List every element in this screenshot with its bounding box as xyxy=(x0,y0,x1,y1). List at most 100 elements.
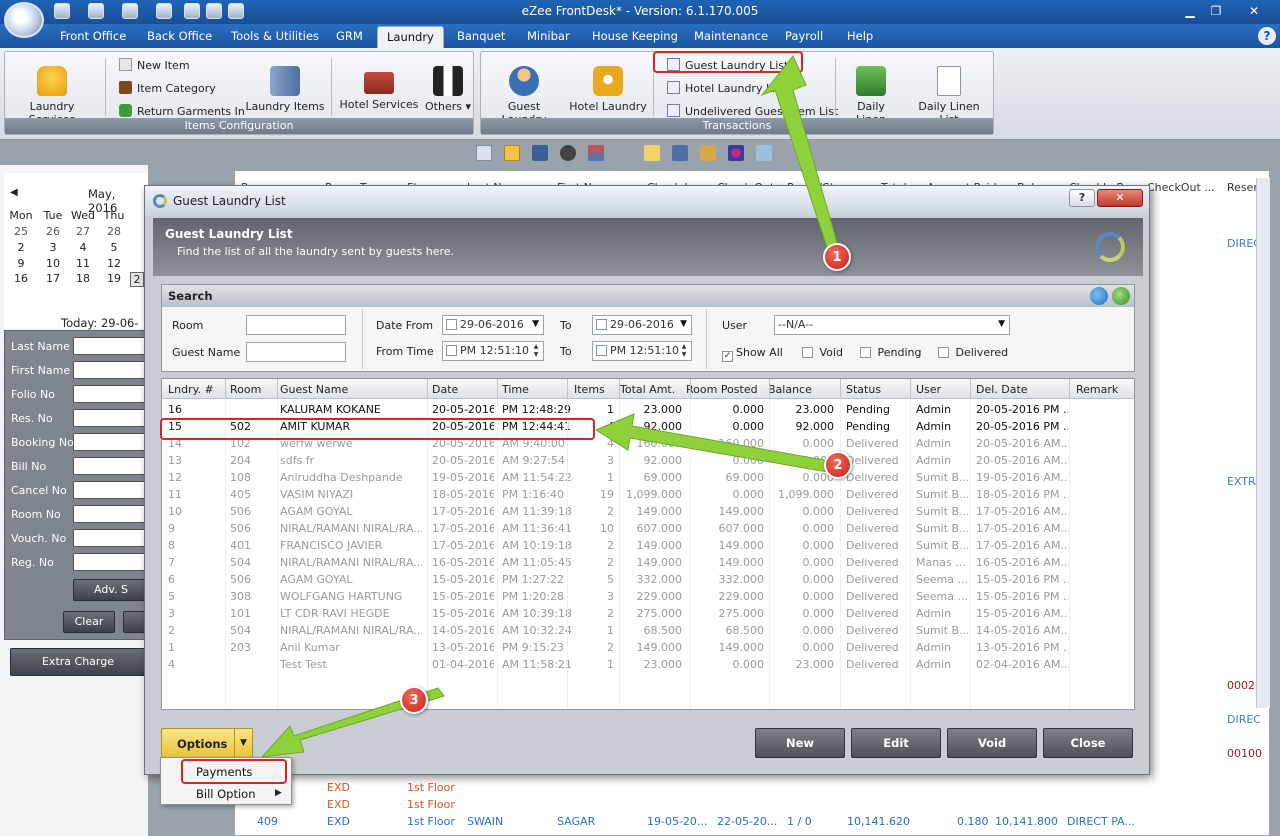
table-row[interactable]: 13 204 sdfs fr 20-05-2016 AM 9:27:54 3 92.000 0… xyxy=(162,452,1134,469)
column-divider[interactable] xyxy=(619,379,620,399)
minimize-icon[interactable]: ▁ xyxy=(1178,2,1202,21)
calendar-day[interactable]: 10 xyxy=(38,257,68,270)
column-divider[interactable] xyxy=(427,379,428,399)
undelivered-list-button[interactable]: Undelivered Guest Item List xyxy=(667,104,838,118)
dialog-help-icon[interactable]: ? xyxy=(1069,189,1095,207)
calendar-icon[interactable] xyxy=(504,145,520,161)
extra-charge-button[interactable]: Extra Charge xyxy=(10,648,146,676)
column-header[interactable]: Balance xyxy=(768,383,812,396)
calendar-day[interactable]: 12 xyxy=(99,257,129,270)
table-row[interactable]: 1 203 Anil Kumar 13-05-2016 PM 9:15:23 2 149.0… xyxy=(162,639,1134,656)
date-to-checkbox[interactable] xyxy=(596,319,607,330)
monitor-icon[interactable] xyxy=(756,145,772,161)
res-no-input[interactable] xyxy=(73,409,149,427)
options-button[interactable]: Options ▼ xyxy=(161,728,253,758)
label-icon[interactable] xyxy=(644,145,660,161)
calendar-day[interactable]: 19 xyxy=(99,272,129,285)
column-divider[interactable] xyxy=(970,379,971,399)
delivered-checkbox[interactable]: Delivered xyxy=(938,346,1008,359)
column-header[interactable]: Items xyxy=(574,383,605,396)
booking-no-input[interactable] xyxy=(73,433,149,451)
menu-minibar[interactable]: Minibar xyxy=(527,29,570,43)
print-icon[interactable] xyxy=(206,3,222,19)
bill-no-input[interactable] xyxy=(73,457,149,475)
prev-month-icon[interactable]: ◀ xyxy=(10,187,18,198)
dropdown-arrow-icon[interactable]: ▼ xyxy=(234,729,252,757)
calendar-day[interactable]: 9 xyxy=(6,257,36,270)
app-logo[interactable] xyxy=(4,2,44,38)
table-row[interactable]: 3 101 LT CDR RAVI HEGDE 15-05-2016 AM 10:39:… xyxy=(162,605,1134,622)
menu-front-office[interactable]: Front Office xyxy=(60,29,126,43)
report-icon[interactable] xyxy=(700,145,716,161)
pending-checkbox[interactable]: Pending xyxy=(860,346,921,359)
last-name-input[interactable] xyxy=(73,337,149,355)
column-divider[interactable] xyxy=(1069,379,1070,399)
vouch-no-input[interactable] xyxy=(73,529,149,547)
close-button[interactable]: Close xyxy=(1043,728,1133,758)
menu-maintenance[interactable]: Maintenance xyxy=(694,29,768,43)
guest-name-input[interactable] xyxy=(246,342,346,362)
hotel-laundry-list-button[interactable]: Hotel Laundry List xyxy=(667,81,785,95)
restore-icon[interactable]: ❐ xyxy=(1204,2,1228,21)
laundry-items-button[interactable]: Laundry Items xyxy=(243,66,327,113)
calendar-day[interactable]: 11 xyxy=(68,257,98,270)
grid-header[interactable]: CheckOut ... xyxy=(1147,181,1215,194)
column-divider[interactable] xyxy=(567,379,568,399)
menu-back-office[interactable]: Back Office xyxy=(147,29,212,43)
void-button[interactable]: Void xyxy=(947,728,1037,758)
calendar-day[interactable]: 3 xyxy=(38,241,68,254)
column-header[interactable]: Room xyxy=(230,383,261,396)
show-all-checkbox[interactable]: ✓ Show All xyxy=(722,346,783,362)
menu-tools-utilities[interactable]: Tools & Utilities xyxy=(231,29,319,43)
calendar-day[interactable]: 4 xyxy=(68,241,98,254)
calendar-day[interactable]: 26 xyxy=(38,225,68,238)
grid-icon[interactable] xyxy=(532,145,548,161)
daily-linen-button[interactable]: Daily Linen xyxy=(841,66,901,126)
grid-scrollbar[interactable] xyxy=(1256,178,1270,708)
search-icon[interactable] xyxy=(1090,287,1108,305)
refresh-icon[interactable] xyxy=(1112,287,1130,305)
folio-no-input[interactable] xyxy=(73,385,149,403)
table-row[interactable]: 6 506 AGAM GOYAL 15-05-2016 PM 1:27:22 5 332.0… xyxy=(162,571,1134,588)
tools-icon[interactable] xyxy=(156,3,172,19)
calendar-day[interactable]: 2 xyxy=(6,241,36,254)
to-time-picker[interactable]: PM 12:51:10 ▲ ▼ xyxy=(592,341,692,361)
column-header[interactable]: Remark xyxy=(1076,383,1118,396)
hotel-laundry-button[interactable]: Hotel Laundry xyxy=(569,66,647,113)
picture-icon[interactable] xyxy=(476,145,492,161)
others-button[interactable]: Others ▾ xyxy=(425,66,471,113)
cancel-no-input[interactable] xyxy=(73,481,149,499)
column-divider[interactable] xyxy=(225,379,226,399)
clear-button[interactable]: Clear xyxy=(63,611,115,633)
column-divider[interactable] xyxy=(769,379,770,399)
calendar-day[interactable]: 5 xyxy=(99,241,129,254)
guest-laundry-button[interactable]: Guest Laundry xyxy=(485,66,563,126)
close-window-icon[interactable]: ✕ xyxy=(1242,2,1266,21)
database-icon[interactable] xyxy=(54,3,70,19)
card-icon[interactable] xyxy=(122,3,138,19)
calendar-day[interactable]: 27 xyxy=(68,225,98,238)
image-icon[interactable] xyxy=(88,3,104,19)
calendar-day[interactable]: 16 xyxy=(6,272,36,285)
calendar-day[interactable]: 28 xyxy=(99,225,129,238)
room-input[interactable] xyxy=(246,315,346,335)
first-name-input[interactable] xyxy=(73,361,149,379)
item-category-button[interactable]: Item Category xyxy=(119,81,216,95)
table-row[interactable]: 2 504 NIRAL/RAMANI NIRAL/RA... 14-05-2016 AM… xyxy=(162,622,1134,639)
to-time-checkbox[interactable] xyxy=(596,345,607,356)
menu-grm[interactable]: GRM xyxy=(336,29,363,43)
flag-icon[interactable] xyxy=(588,145,604,161)
column-header[interactable]: User xyxy=(916,383,941,396)
column-header[interactable]: Lndry. # xyxy=(168,383,214,396)
table-row[interactable]: 11 405 VASIM NIYAZI 18-05-2016 PM 1:16:40 19 1… xyxy=(162,486,1134,503)
date-to-picker[interactable]: 29-06-2016 ▼ xyxy=(592,315,692,335)
table-row[interactable]: 7 504 NIRAL/RAMANI NIRAL/RA... 16-05-2016 AM… xyxy=(162,554,1134,571)
column-header[interactable]: Time xyxy=(502,383,529,396)
from-time-picker[interactable]: PM 12:51:10 ▲ ▼ xyxy=(442,341,544,361)
column-header[interactable]: Guest Name xyxy=(280,383,348,396)
user-select[interactable]: --N/A-- ▼ xyxy=(774,315,1010,335)
daily-linen-list-button[interactable]: Daily Linen List xyxy=(909,66,989,126)
column-header[interactable]: Room Posted xyxy=(686,383,758,396)
column-divider[interactable] xyxy=(910,379,911,399)
column-divider[interactable] xyxy=(277,379,278,399)
